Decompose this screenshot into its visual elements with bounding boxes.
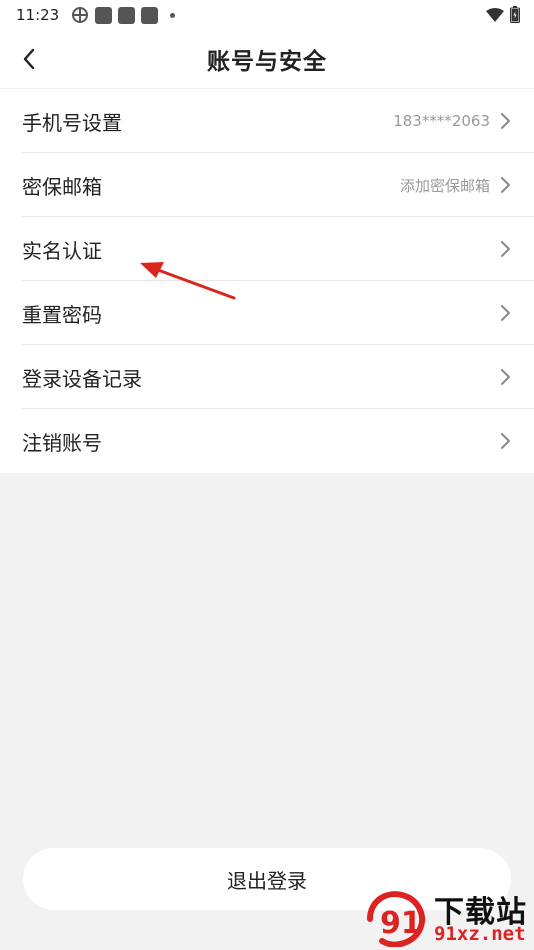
wifi-icon [486,7,504,22]
settings-item-real-name[interactable]: 实名认证 [0,217,534,281]
battery-icon [510,6,520,23]
settings-item-reset-password[interactable]: 重置密码 [0,281,534,345]
settings-item-label: 手机号设置 [22,110,122,135]
watermark-logo: 91 [367,891,425,947]
settings-list: 手机号设置 183****2063 密保邮箱 添加密保邮箱 实名认证 重置密码 … [0,89,534,473]
status-notification-icons [71,6,176,24]
notification-square-icon [141,6,159,24]
chevron-right-icon [498,111,512,131]
chevron-right-icon [498,303,512,323]
page-title: 账号与安全 [207,49,327,75]
settings-item-label: 密保邮箱 [22,174,102,199]
settings-item-phone[interactable]: 手机号设置 183****2063 [0,89,534,153]
phone-number-value: 183****2063 [393,112,490,130]
chevron-right-icon [498,175,512,195]
status-time: 11:23 [16,6,60,24]
settings-item-label: 实名认证 [22,238,102,263]
annotation-arrow [140,262,236,300]
settings-item-login-devices[interactable]: 登录设备记录 [0,345,534,409]
settings-item-security-email[interactable]: 密保邮箱 添加密保邮箱 [0,153,534,217]
pinwheel-icon [72,7,89,23]
settings-item-cancel-account[interactable]: 注销账号 [0,409,534,473]
more-notifications-dot-icon [170,12,176,18]
notification-square-icon [95,6,113,24]
status-bar: 11:23 [0,0,534,30]
settings-item-label: 注销账号 [22,430,102,455]
svg-text:91: 91 [380,906,422,941]
chevron-right-icon [498,431,512,451]
chevron-right-icon [498,239,512,259]
back-button[interactable] [14,42,44,76]
top-app-bar: 账号与安全 [0,30,534,88]
settings-item-label: 登录设备记录 [22,366,142,391]
back-arrow-icon [23,48,35,70]
security-email-value: 添加密保邮箱 [399,176,490,195]
site-watermark: 91 下载站 91xz.net [362,885,534,950]
watermark-url: 91xz.net [434,923,526,945]
notification-square-icon [118,6,136,24]
settings-item-label: 重置密码 [22,302,102,327]
chevron-right-icon [498,367,512,387]
